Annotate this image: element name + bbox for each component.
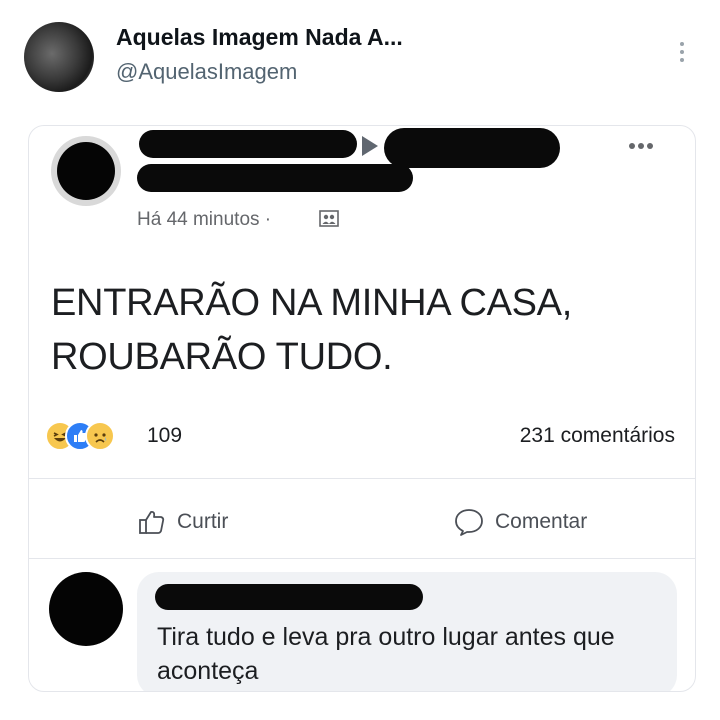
divider: [29, 558, 695, 559]
redacted-name: [139, 130, 357, 158]
poster-avatar: [51, 136, 121, 206]
comment-text: Tira tudo e leva pra outro lugar antes q…: [157, 623, 615, 685]
account-display-name[interactable]: Aquelas Imagem Nada A...: [116, 24, 403, 51]
divider: [29, 478, 695, 479]
arrow-right-icon: [362, 136, 378, 156]
post-options-icon: [629, 136, 656, 154]
comment-bubble: Tira tudo e leva pra outro lugar antes q…: [137, 572, 677, 691]
comment-bubble-icon: [455, 509, 483, 536]
like-button[interactable]: Curtir: [137, 504, 228, 540]
facebook-post-screenshot: Há 44 minutos · ENTRARÃO NA MINHA CASA, …: [28, 125, 696, 692]
comment-button-label: Comentar: [495, 510, 588, 533]
post-text-line: ROUBARÃO TUDO.: [51, 336, 393, 378]
commenter-avatar: [49, 572, 123, 646]
kebab-vertical-icon[interactable]: [672, 38, 692, 68]
redacted-commenter-name: [155, 584, 423, 610]
reaction-count[interactable]: 109: [147, 424, 182, 448]
account-avatar[interactable]: [24, 22, 94, 92]
sad-reaction-icon: [85, 421, 115, 451]
redacted-name-line2: [137, 164, 413, 192]
redacted-group: [384, 128, 560, 168]
comment-button[interactable]: Comentar: [453, 504, 587, 540]
like-button-label: Curtir: [177, 510, 229, 533]
post-timestamp: Há 44 minutos ·: [137, 209, 272, 230]
thumbs-up-icon: [139, 510, 165, 534]
friends-audience-icon: [319, 210, 339, 227]
comments-count[interactable]: 231 comentários: [520, 424, 675, 448]
tweet-header: Aquelas Imagem Nada A... @AquelasImagem: [0, 0, 720, 110]
account-handle[interactable]: @AquelasImagem: [116, 59, 297, 85]
post-text: ENTRARÃO NA MINHA CASA, ROUBARÃO TUDO.: [51, 276, 572, 384]
post-text-line: ENTRARÃO NA MINHA CASA,: [51, 282, 572, 324]
